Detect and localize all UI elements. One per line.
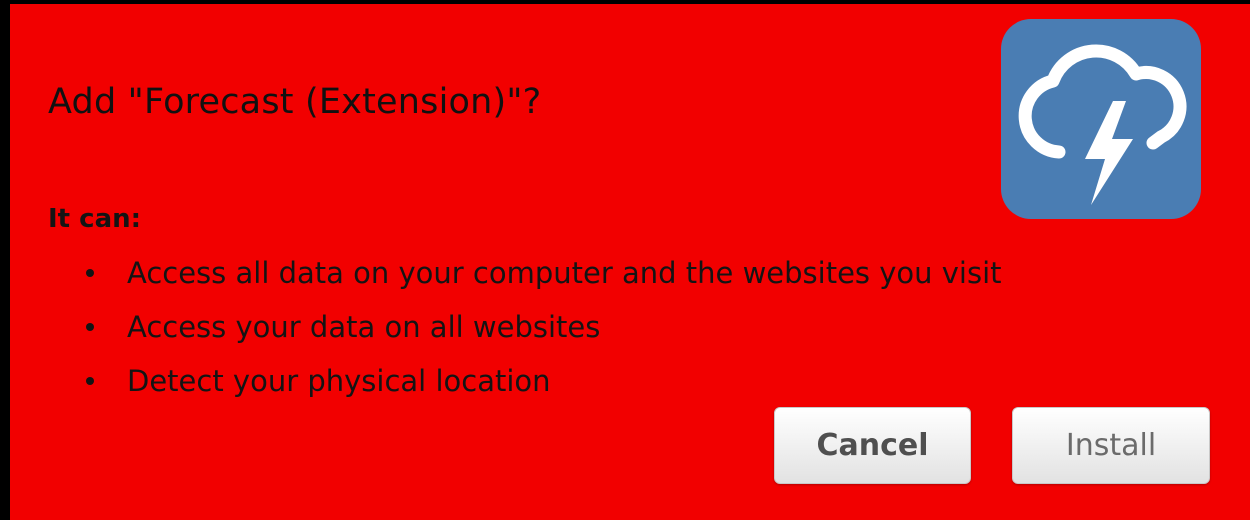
dialog-title: Add "Forecast (Extension)"? <box>48 82 542 122</box>
cloud-lightning-icon <box>1001 19 1201 219</box>
permission-item: Access all data on your computer and the… <box>80 251 1002 305</box>
install-extension-dialog: Add "Forecast (Extension)"? It can: Acce… <box>10 4 1250 520</box>
permission-item: Detect your physical location <box>80 359 1002 413</box>
permission-text: Access your data on all websites <box>127 310 601 344</box>
permission-item: Access your data on all websites <box>80 305 1002 359</box>
permission-text: Access all data on your computer and the… <box>127 256 1002 290</box>
permission-text: Detect your physical location <box>127 364 551 398</box>
cancel-button[interactable]: Cancel <box>774 407 971 484</box>
bullet-icon <box>86 269 94 277</box>
permissions-list: Access all data on your computer and the… <box>80 251 1002 413</box>
permissions-heading: It can: <box>48 204 142 234</box>
install-button[interactable]: Install <box>1012 407 1210 484</box>
bullet-icon <box>86 377 94 385</box>
bullet-icon <box>86 323 94 331</box>
